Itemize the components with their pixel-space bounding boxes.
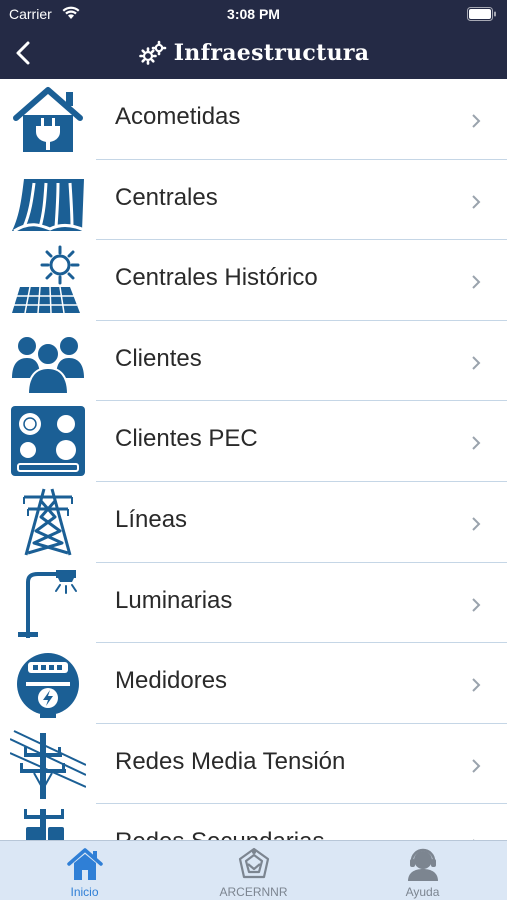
chevron-right-icon (472, 194, 481, 209)
solar-panel-icon (12, 245, 80, 314)
status-bar: Carrier 3:08 PM (0, 0, 507, 28)
list-item-label: Redes Secundarias (115, 828, 324, 840)
nav-bar: Infraestructura (0, 28, 507, 79)
chevron-right-icon (472, 759, 481, 773)
list-item-medidores[interactable]: Medidores (0, 643, 507, 724)
gears-icon (138, 40, 166, 65)
infrastructure-list: Acometidas Centrales Centrales Histórico… (0, 79, 507, 840)
list-item-lineas[interactable]: Líneas (0, 482, 507, 563)
list-item-label: Líneas (115, 505, 188, 533)
list-item-clientes-pec[interactable]: Clientes PEC (0, 401, 507, 482)
status-time: 3:08 PM (227, 6, 280, 22)
chevron-right-icon (472, 436, 481, 451)
meter-icon (17, 653, 79, 719)
chevron-right-icon (472, 517, 481, 531)
power-pole-icon (10, 729, 86, 799)
list-item-acometidas[interactable]: Acometidas (0, 79, 507, 160)
chevron-right-icon (472, 597, 481, 612)
street-light-icon (18, 569, 77, 638)
transmission-tower-icon (23, 488, 73, 556)
list-item-label: Medidores (115, 667, 228, 695)
chevron-right-icon (472, 275, 481, 289)
battery-icon (467, 7, 496, 21)
people-icon (12, 336, 84, 395)
arcernnr-logo-icon (238, 847, 270, 879)
tab-label: ARCERNNR (219, 885, 288, 899)
page-title: Infraestructura (173, 40, 370, 66)
list-item-redes-secundarias[interactable]: Redes Secundarias (0, 804, 507, 840)
tab-label: Ayuda (405, 885, 440, 899)
list-item-centrales[interactable]: Centrales (0, 160, 507, 241)
distribution-pole-icon (24, 809, 64, 840)
chevron-right-icon (472, 678, 481, 692)
list-item-label: Centrales (115, 183, 218, 211)
support-agent-icon (408, 848, 438, 881)
tab-ayuda[interactable]: Ayuda (338, 841, 507, 900)
tab-arcernnr[interactable]: ARCERNNR (169, 841, 338, 900)
list-item-luminarias[interactable]: Luminarias (0, 563, 507, 644)
tab-bar: Inicio ARCERNNR Ayuda (0, 840, 507, 900)
tab-inicio[interactable]: Inicio (0, 841, 169, 900)
list-item-label: Centrales Histórico (115, 264, 318, 292)
list-item-label: Acometidas (115, 103, 241, 130)
induction-stove-icon (11, 406, 85, 477)
list-item-label: Redes Media Tensión (115, 747, 346, 775)
list-item-label: Luminarias (115, 586, 233, 614)
chevron-right-icon (472, 356, 481, 370)
dam-icon (12, 178, 86, 232)
list-item-label: Clientes PEC (115, 425, 258, 453)
home-icon (67, 848, 103, 880)
tab-label: Inicio (70, 885, 99, 899)
list-item-label: Clientes (115, 344, 202, 372)
house-plug-icon (13, 87, 83, 152)
list-item-redes-media-tension[interactable]: Redes Media Tensión (0, 724, 507, 805)
list-item-clientes[interactable]: Clientes (0, 321, 507, 402)
list-item-centrales-historico[interactable]: Centrales Histórico (0, 240, 507, 321)
nav-title-group: Infraestructura (0, 38, 507, 68)
chevron-right-icon (472, 114, 481, 128)
header: Carrier 3:08 PM Infraestructura (0, 0, 507, 79)
